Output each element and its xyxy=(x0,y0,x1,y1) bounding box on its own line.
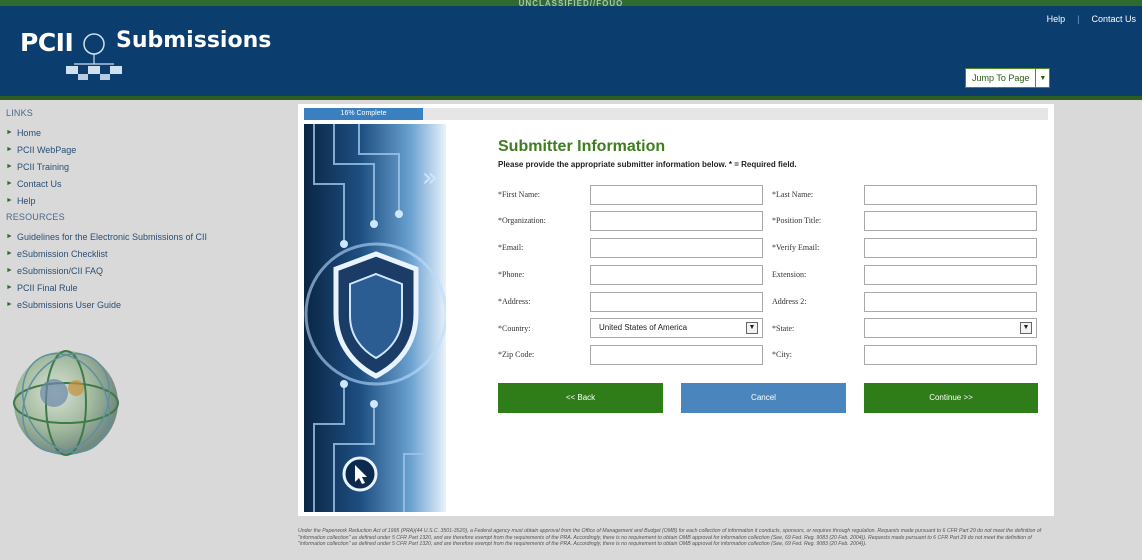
pcii-logo[interactable]: PCII Submissions xyxy=(14,22,271,82)
country-select[interactable]: United States of America ▼ xyxy=(590,318,763,338)
jump-to-page-button[interactable]: Jump To Page xyxy=(965,68,1037,88)
cyber-shield-illustration: » xyxy=(304,124,446,512)
address-field[interactable] xyxy=(590,292,763,312)
arrow-right-icon: ► xyxy=(6,197,13,204)
progress-bar: 16% Complete xyxy=(304,108,1048,120)
form-instructions: Please provide the appropriate submitter… xyxy=(498,160,797,169)
svg-text:»: » xyxy=(422,163,438,193)
chevron-down-icon[interactable]: ▼ xyxy=(1036,68,1051,88)
last-name-field[interactable] xyxy=(864,185,1037,205)
sidebar-item-label: Contact Us xyxy=(16,178,62,189)
state-label: *State: xyxy=(772,324,795,333)
resources-heading: RESOURCES xyxy=(6,212,65,222)
arrow-right-icon: ► xyxy=(6,163,13,170)
country-selected-value: United States of America xyxy=(599,323,688,332)
sidebar-item-checklist[interactable]: ► eSubmission Checklist xyxy=(6,245,291,262)
sidebar-item-label: Home xyxy=(16,127,41,138)
links-heading: LINKS xyxy=(6,108,34,118)
logo-submissions-text: Submissions xyxy=(116,28,272,53)
cancel-button[interactable]: Cancel xyxy=(681,383,846,413)
sidebar-item-label: eSubmission/CII FAQ xyxy=(16,265,103,276)
link-divider: | xyxy=(1077,14,1080,24)
sidebar-item-label: Help xyxy=(16,195,36,206)
sidebar-item-pcii-webpage[interactable]: ► PCII WebPage xyxy=(6,141,291,158)
sidebar-item-label: Guidelines for the Electronic Submission… xyxy=(16,231,208,242)
state-select[interactable]: ▼ xyxy=(864,318,1037,338)
last-name-label: *Last Name: xyxy=(772,190,814,199)
organization-label: *Organization: xyxy=(498,216,546,225)
arrow-right-icon: ► xyxy=(6,129,13,136)
email-field[interactable] xyxy=(590,238,763,258)
arrow-right-icon: ► xyxy=(6,233,13,240)
first-name-label: *First Name: xyxy=(498,190,540,199)
verify-email-field[interactable] xyxy=(864,238,1037,258)
extension-label: Extension: xyxy=(772,270,807,279)
position-title-label: *Position Title: xyxy=(772,216,822,225)
arrow-right-icon: ► xyxy=(6,284,13,291)
site-header: UNCLASSIFIED//FOUO PCII Submissions Help… xyxy=(0,0,1142,100)
chevron-down-icon[interactable]: ▼ xyxy=(1020,322,1032,334)
sidebar-item-contact-us[interactable]: ► Contact Us xyxy=(6,175,291,192)
phone-field[interactable] xyxy=(590,265,763,285)
arrow-right-icon: ► xyxy=(6,267,13,274)
progress-fill: 16% Complete xyxy=(304,108,424,120)
sidebar-item-final-rule[interactable]: ► PCII Final Rule xyxy=(6,279,291,296)
chevron-down-icon[interactable]: ▼ xyxy=(746,322,758,334)
first-name-field[interactable] xyxy=(590,185,763,205)
city-field[interactable] xyxy=(864,345,1037,365)
paperwork-reduction-notice: Under the Paperwork Reduction Act of 199… xyxy=(298,528,1042,547)
globe-icon xyxy=(13,350,119,456)
address-label: *Address: xyxy=(498,297,531,306)
continue-button[interactable]: Continue >> xyxy=(864,383,1038,413)
email-label: *Email: xyxy=(498,243,524,252)
city-label: *City: xyxy=(772,350,793,359)
sidebar-item-label: PCII Final Rule xyxy=(16,282,78,293)
address2-label: Address 2: xyxy=(772,297,807,306)
jump-to-page-dropdown[interactable]: Jump To Page ▼ xyxy=(965,68,1051,88)
arrow-right-icon: ► xyxy=(6,301,13,308)
zip-code-field[interactable] xyxy=(590,345,763,365)
classification-banner: UNCLASSIFIED//FOUO xyxy=(518,0,624,8)
address2-field[interactable] xyxy=(864,292,1037,312)
main-panel: 16% Complete » Submitter Information Ple… xyxy=(298,104,1054,516)
arrow-right-icon: ► xyxy=(6,180,13,187)
arrow-right-icon: ► xyxy=(6,250,13,257)
sidebar-item-help[interactable]: ► Help xyxy=(6,192,291,209)
sidebar-item-home[interactable]: ► Home xyxy=(6,124,291,141)
sidebar-item-label: PCII WebPage xyxy=(16,144,77,155)
extension-field[interactable] xyxy=(864,265,1037,285)
sidebar-item-user-guide[interactable]: ► eSubmissions User Guide xyxy=(6,296,291,313)
verify-email-label: *Verify Email: xyxy=(772,243,820,252)
sidebar-item-label: eSubmission Checklist xyxy=(16,248,108,259)
country-label: *Country: xyxy=(498,324,531,333)
sidebar-item-label: PCII Training xyxy=(16,161,69,172)
sidebar: LINKS ► Home ► PCII WebPage ► PCII Training… xyxy=(6,108,291,456)
sidebar-item-guidelines[interactable]: ► Guidelines for the Electronic Submissio… xyxy=(6,228,291,245)
help-link[interactable]: Help xyxy=(1047,14,1066,24)
back-button[interactable]: << Back xyxy=(498,383,663,413)
arrow-right-icon: ► xyxy=(6,146,13,153)
form-title: Submitter Information xyxy=(498,138,666,155)
organization-field[interactable] xyxy=(590,211,763,231)
sidebar-item-pcii-training[interactable]: ► PCII Training xyxy=(6,158,291,175)
top-links: Help | Contact Us xyxy=(1041,14,1142,24)
position-title-field[interactable] xyxy=(864,211,1037,231)
sidebar-item-faq[interactable]: ► eSubmission/CII FAQ xyxy=(6,262,291,279)
zip-code-label: *Zip Code: xyxy=(498,350,535,359)
contact-us-link[interactable]: Contact Us xyxy=(1091,14,1136,24)
shield-icon: » xyxy=(304,124,446,512)
sidebar-item-label: eSubmissions User Guide xyxy=(16,299,121,310)
phone-label: *Phone: xyxy=(498,270,525,279)
